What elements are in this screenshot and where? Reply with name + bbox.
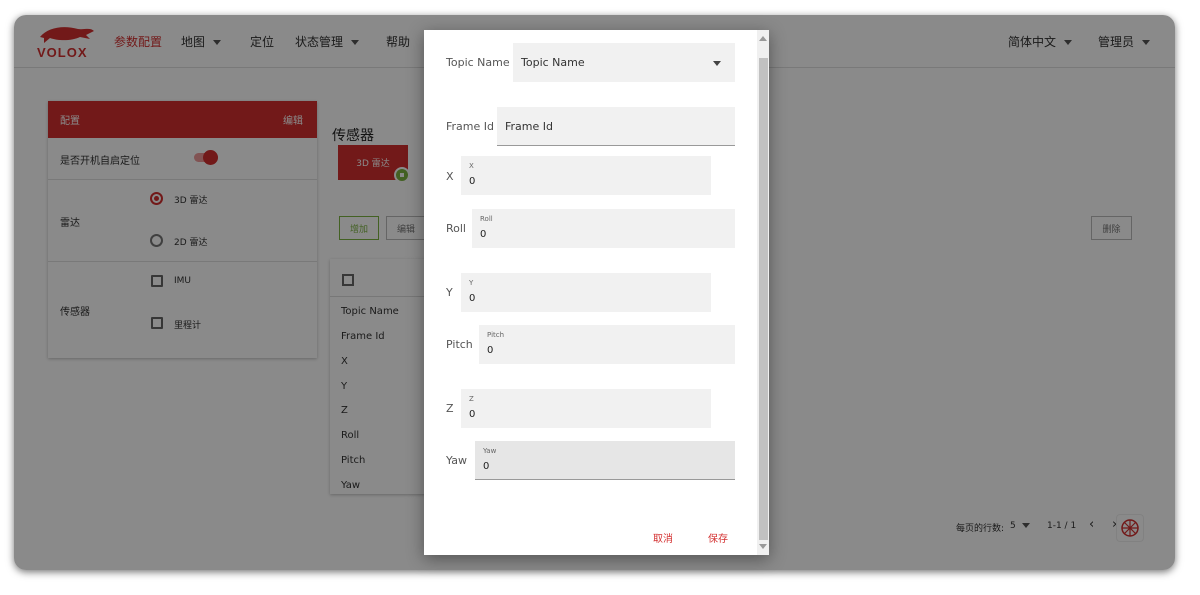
sensor-edit-dialog: Topic Name Topic Name Frame Id Frame Id … (424, 30, 769, 555)
yaw-value: 0 (483, 461, 490, 472)
roll-value: 0 (480, 229, 487, 240)
pitch-value: 0 (487, 345, 494, 356)
x-hint: X (469, 162, 474, 170)
topic-name-value: Topic Name (521, 56, 585, 69)
z-value: 0 (469, 409, 476, 420)
chevron-down-icon (713, 61, 721, 66)
scroll-down-icon[interactable] (759, 544, 767, 549)
roll-label: Roll (446, 222, 466, 235)
frame-id-value: Frame Id (505, 120, 553, 133)
scroll-up-icon[interactable] (759, 36, 767, 41)
frame-id-field[interactable]: Frame Id (497, 107, 735, 146)
topic-name-label: Topic Name (446, 56, 510, 69)
pitch-hint: Pitch (487, 331, 505, 339)
pitch-label: Pitch (446, 338, 473, 351)
x-value: 0 (469, 176, 476, 187)
dialog-scrollbar[interactable] (757, 30, 769, 555)
scroll-thumb[interactable] (759, 58, 768, 540)
z-field[interactable]: Z 0 (461, 389, 711, 428)
y-label: Y (446, 286, 453, 299)
yaw-hint: Yaw (483, 447, 497, 455)
yaw-field[interactable]: Yaw 0 (475, 441, 735, 480)
x-label: X (446, 170, 454, 183)
yaw-label: Yaw (446, 454, 467, 467)
x-field[interactable]: X 0 (461, 156, 711, 195)
z-label: Z (446, 402, 454, 415)
y-hint: Y (469, 279, 474, 287)
pitch-field[interactable]: Pitch 0 (479, 325, 735, 364)
cancel-button[interactable]: 取消 (653, 530, 673, 545)
z-hint: Z (469, 395, 474, 403)
y-field[interactable]: Y 0 (461, 273, 711, 312)
roll-field[interactable]: Roll 0 (472, 209, 735, 248)
frame-id-label: Frame Id (446, 120, 494, 133)
roll-hint: Roll (480, 215, 493, 223)
save-button[interactable]: 保存 (708, 530, 728, 545)
topic-name-select[interactable]: Topic Name (513, 43, 735, 82)
y-value: 0 (469, 293, 476, 304)
